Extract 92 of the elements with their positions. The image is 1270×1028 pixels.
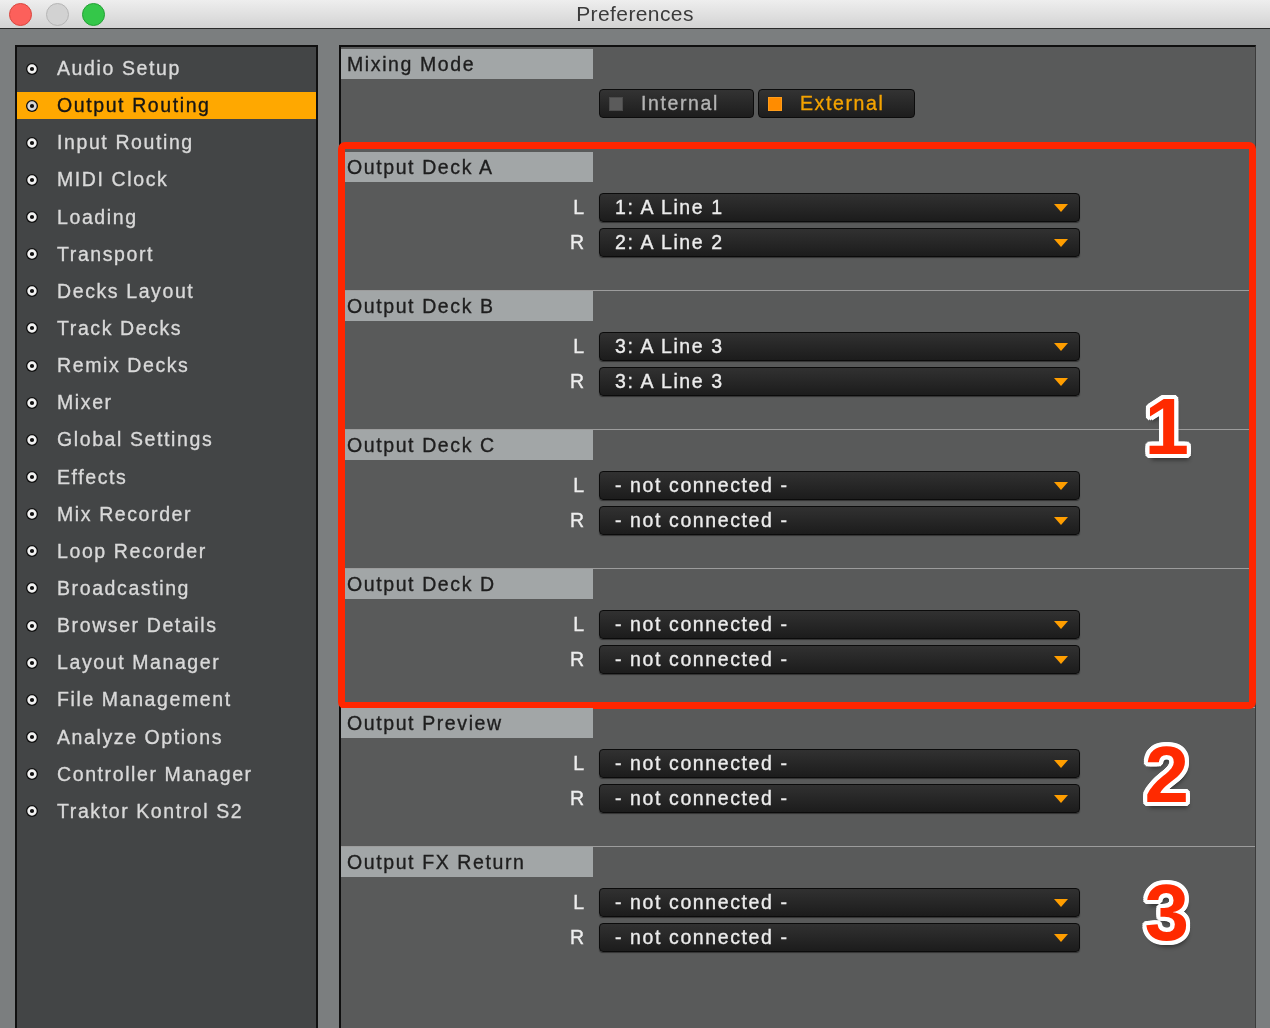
ring-icon <box>26 248 38 261</box>
mode-button[interactable]: External <box>758 89 915 118</box>
caret-icon <box>1054 203 1068 212</box>
ring-icon <box>26 731 38 744</box>
caret-icon <box>1054 238 1068 247</box>
sidebar-item[interactable]: Mix Recorder <box>17 500 316 528</box>
sidebar-item[interactable]: Loading <box>17 203 316 231</box>
sidebar-item[interactable]: Audio Setup <box>17 55 316 82</box>
ring-icon <box>26 656 38 669</box>
channel-label: L <box>572 613 585 636</box>
dropdown[interactable]: - not connected - <box>599 610 1080 639</box>
ring-icon <box>26 433 38 446</box>
dropdown[interactable]: - not connected - <box>599 888 1080 917</box>
caret-icon <box>1054 655 1068 664</box>
sidebar-item[interactable]: Mixer <box>17 389 316 417</box>
sidebar-item[interactable]: MIDI Clock <box>17 166 316 194</box>
caret-icon <box>1054 377 1068 386</box>
sidebar-item[interactable]: Remix Decks <box>17 352 316 380</box>
channel-label: R <box>568 926 585 949</box>
section-header: Output FX Return <box>341 847 593 877</box>
ring-icon <box>26 322 38 335</box>
sidebar-item[interactable]: Effects <box>17 463 316 491</box>
section-header: Output Preview <box>341 708 593 738</box>
sidebar-item[interactable]: File Management <box>17 686 316 714</box>
ring-icon <box>26 136 38 149</box>
sidebar-item[interactable]: Track Decks <box>17 315 316 342</box>
close-icon[interactable] <box>9 2 32 26</box>
sidebar-item[interactable]: Layout Manager <box>17 649 316 677</box>
sidebar-item[interactable]: Transport <box>17 240 316 268</box>
dropdown[interactable]: 3: A Line 3 <box>599 367 1080 396</box>
minimize-icon[interactable] <box>45 2 69 26</box>
dropdown[interactable]: 2: A Line 2 <box>599 228 1080 257</box>
channel-label: R <box>568 370 585 393</box>
sidebar-item[interactable]: Analyze Options <box>17 723 316 751</box>
channel-label: R <box>568 648 585 671</box>
zoom-icon[interactable] <box>82 2 105 26</box>
dropdown[interactable]: - not connected - <box>599 471 1080 500</box>
sidebar-item[interactable]: Decks Layout <box>17 277 316 305</box>
annotation-number: 2 <box>1144 734 1189 815</box>
dropdown[interactable]: - not connected - <box>599 749 1080 778</box>
caret-icon <box>1054 794 1068 803</box>
sidebar-item[interactable]: Loop Recorder <box>17 537 316 565</box>
annotation-number: 1 <box>1144 386 1189 467</box>
dropdown[interactable]: - not connected - <box>599 506 1080 535</box>
ring-icon <box>26 768 38 781</box>
indicator-icon <box>609 96 623 111</box>
dropdown[interactable]: - not connected - <box>599 923 1080 952</box>
caret-icon <box>1054 933 1068 942</box>
caret-icon <box>1054 481 1068 490</box>
sidebar-item[interactable]: Output Routing <box>17 92 316 120</box>
sidebar-item[interactable]: Controller Manager <box>17 760 316 788</box>
ring-icon <box>26 471 38 484</box>
caret-icon <box>1054 516 1068 525</box>
indicator-icon <box>768 96 782 111</box>
sidebar-item[interactable]: Input Routing <box>17 129 316 157</box>
dropdown[interactable]: - not connected - <box>599 645 1080 674</box>
annotation-number: 3 <box>1144 872 1189 953</box>
ring-icon <box>26 545 38 558</box>
caret-icon <box>1054 620 1068 629</box>
channel-label: L <box>572 196 585 219</box>
channel-label: L <box>572 752 585 775</box>
sidebar-item[interactable]: Traktor Kontrol S2 <box>17 797 316 825</box>
channel-label: R <box>568 509 585 532</box>
channel-label: L <box>572 335 585 358</box>
sidebar-item[interactable]: Global Settings <box>17 426 316 454</box>
section-header: Mixing Mode <box>341 49 593 79</box>
dropdown[interactable]: - not connected - <box>599 784 1080 813</box>
caret-icon <box>1054 342 1068 351</box>
caret-icon <box>1054 898 1068 907</box>
ring-icon <box>26 211 38 224</box>
ring-icon <box>26 508 38 521</box>
ring-icon <box>26 99 38 112</box>
ring-icon <box>26 693 38 706</box>
channel-label: L <box>572 474 585 497</box>
window-title: Preferences <box>576 2 694 26</box>
ring-icon <box>26 359 38 372</box>
channel-label: L <box>572 891 585 914</box>
channel-label: R <box>568 787 585 810</box>
dropdown[interactable]: 3: A Line 3 <box>599 332 1080 361</box>
ring-icon <box>26 805 38 818</box>
sidebar-item[interactable]: Browser Details <box>17 612 316 640</box>
dropdown[interactable]: 1: A Line 1 <box>599 193 1080 222</box>
caret-icon <box>1054 759 1068 768</box>
ring-icon <box>26 62 38 75</box>
ring-icon <box>26 619 38 632</box>
sidebar-item[interactable]: Broadcasting <box>17 574 316 602</box>
ring-icon <box>26 396 38 409</box>
mode-button[interactable]: Internal <box>599 89 754 118</box>
ring-icon <box>26 173 38 186</box>
ring-icon <box>26 285 38 298</box>
ring-icon <box>26 582 38 595</box>
channel-label: R <box>568 231 585 254</box>
